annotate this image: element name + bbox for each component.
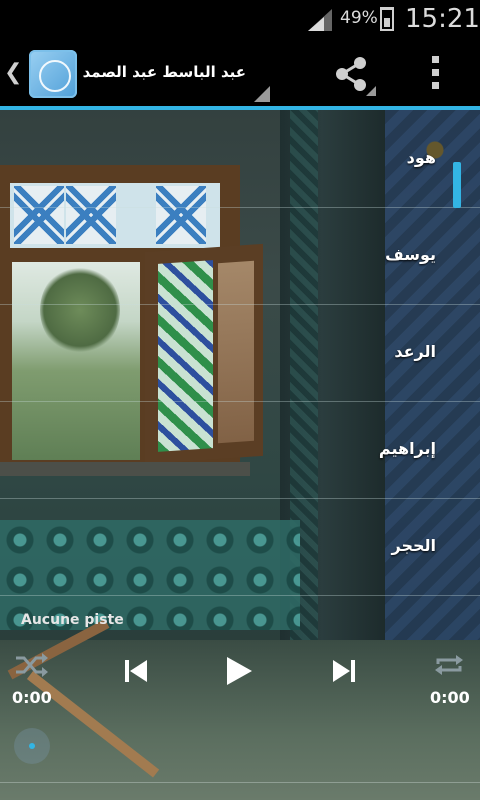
shuffle-icon[interactable] <box>14 652 48 678</box>
seek-position-dot <box>29 743 35 749</box>
surah-label: الحجر <box>391 536 436 555</box>
battery-percent: 49% <box>340 8 378 28</box>
surah-list[interactable]: هود يوسف الرعد إبراهيم الحجر <box>0 110 480 605</box>
seekbar-thumb[interactable] <box>14 728 50 764</box>
elapsed-time: 0:00 <box>12 688 52 707</box>
next-icon[interactable] <box>324 651 364 691</box>
quran-app-icon[interactable] <box>29 50 77 98</box>
surah-item[interactable]: الحجر <box>0 498 480 596</box>
previous-icon[interactable] <box>116 651 156 691</box>
surah-label: إبراهيم <box>378 439 436 458</box>
back-chevron-icon[interactable]: ❮ <box>4 60 22 85</box>
track-name: Aucune piste <box>21 612 124 628</box>
surah-item[interactable]: هود <box>0 110 480 208</box>
surah-label: يوسف <box>385 245 436 264</box>
clock: 15:21 <box>405 4 480 34</box>
status-bar: 49% 15:21 <box>0 0 480 40</box>
surah-label: الرعد <box>394 342 436 361</box>
share-corner-icon <box>366 86 376 96</box>
play-icon[interactable] <box>218 651 258 691</box>
bottom-divider <box>0 782 480 783</box>
dropdown-corner-icon <box>254 86 270 102</box>
repeat-icon[interactable] <box>434 652 464 678</box>
reciter-selector[interactable]: عبد الباسط عبد الصمد <box>83 63 246 81</box>
list-scrollbar[interactable] <box>453 162 461 208</box>
player-panel <box>0 605 480 800</box>
battery-icon <box>380 7 394 31</box>
signal-icon <box>308 9 332 31</box>
surah-item[interactable]: يوسف <box>0 207 480 305</box>
surah-label: هود <box>406 148 436 167</box>
surah-item[interactable]: إبراهيم <box>0 401 480 499</box>
surah-item[interactable]: الرعد <box>0 304 480 402</box>
overflow-menu-icon[interactable] <box>430 56 440 92</box>
total-duration: 0:00 <box>430 688 470 707</box>
